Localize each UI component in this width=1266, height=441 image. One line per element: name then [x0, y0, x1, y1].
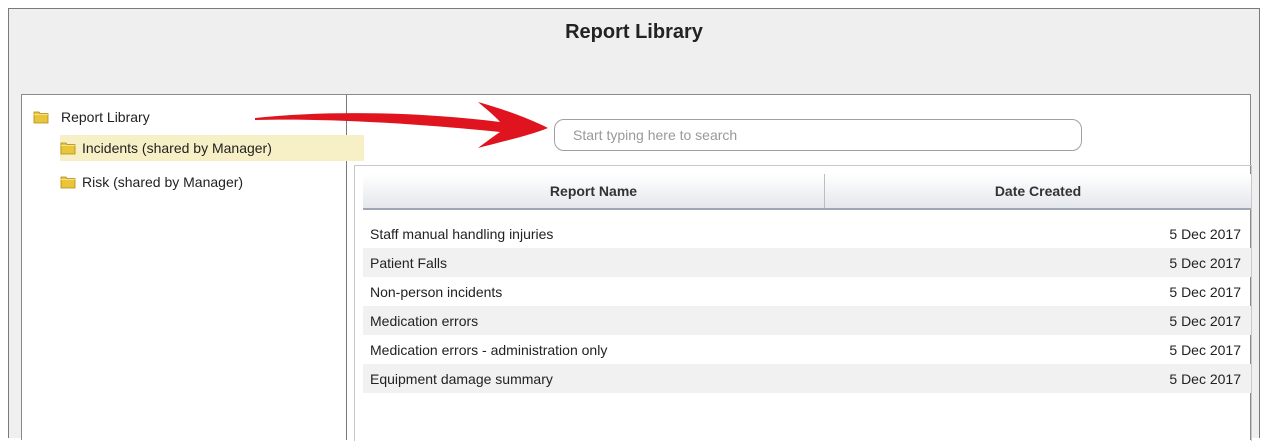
tree-item-label: Incidents (shared by Manager) [82, 140, 272, 156]
tree-item-report-library[interactable]: Report Library [33, 104, 150, 130]
date-created-cell: 5 Dec 2017 [825, 306, 1251, 335]
table-row[interactable]: Non-person incidents 5 Dec 2017 [363, 277, 1251, 306]
tree-item-incidents[interactable]: Incidents (shared by Manager) [60, 135, 364, 161]
page-title: Report Library [565, 21, 703, 43]
date-created-cell: 5 Dec 2017 [1169, 341, 1241, 358]
table-body: Staff manual handling injuries 5 Dec 201… [363, 219, 1251, 393]
report-name-cell: Medication errors - administration only [370, 341, 608, 358]
folder-tree: Report Library Incidents (shared by Mana… [22, 95, 364, 440]
report-name-cell: Staff manual handling injuries [370, 225, 554, 242]
table-header: Report Name Date Created [363, 174, 1251, 210]
table-row[interactable]: Staff manual handling injuries 5 Dec 201… [363, 219, 1251, 248]
column-header-date-created[interactable]: Date Created [825, 174, 1251, 208]
table-row[interactable]: Equipment damage summary 5 Dec 2017 [363, 364, 1251, 393]
report-name-cell: Equipment damage summary [363, 364, 825, 393]
table-row[interactable]: Medication errors - administration only … [363, 335, 1251, 364]
folder-icon [60, 142, 76, 155]
table-row[interactable]: Medication errors 5 Dec 2017 [363, 306, 1251, 335]
report-name-cell: Medication errors [363, 306, 825, 335]
content-panel: Report Library Incidents (shared by Mana… [21, 94, 1252, 441]
date-created-cell: 5 Dec 2017 [825, 364, 1251, 393]
report-table: Report Name Date Created Staff manual ha… [354, 165, 1252, 441]
report-name-cell: Non-person incidents [370, 283, 503, 300]
column-header-report-name[interactable]: Report Name [363, 174, 825, 208]
table-row[interactable]: Patient Falls 5 Dec 2017 [363, 248, 1251, 277]
tree-item-label: Report Library [61, 109, 150, 125]
report-name-cell: Patient Falls [363, 248, 825, 277]
folder-icon [60, 176, 76, 189]
date-created-cell: 5 Dec 2017 [1169, 225, 1241, 242]
folder-icon [33, 111, 49, 124]
date-created-cell: 5 Dec 2017 [825, 248, 1251, 277]
tree-item-label: Risk (shared by Manager) [82, 174, 244, 190]
report-library-window: Report Library Report Library Incidents … [8, 8, 1260, 441]
tree-item-risk[interactable]: Risk (shared by Manager) [60, 169, 243, 195]
date-created-cell: 5 Dec 2017 [1169, 283, 1241, 300]
search-input[interactable] [554, 119, 1082, 151]
